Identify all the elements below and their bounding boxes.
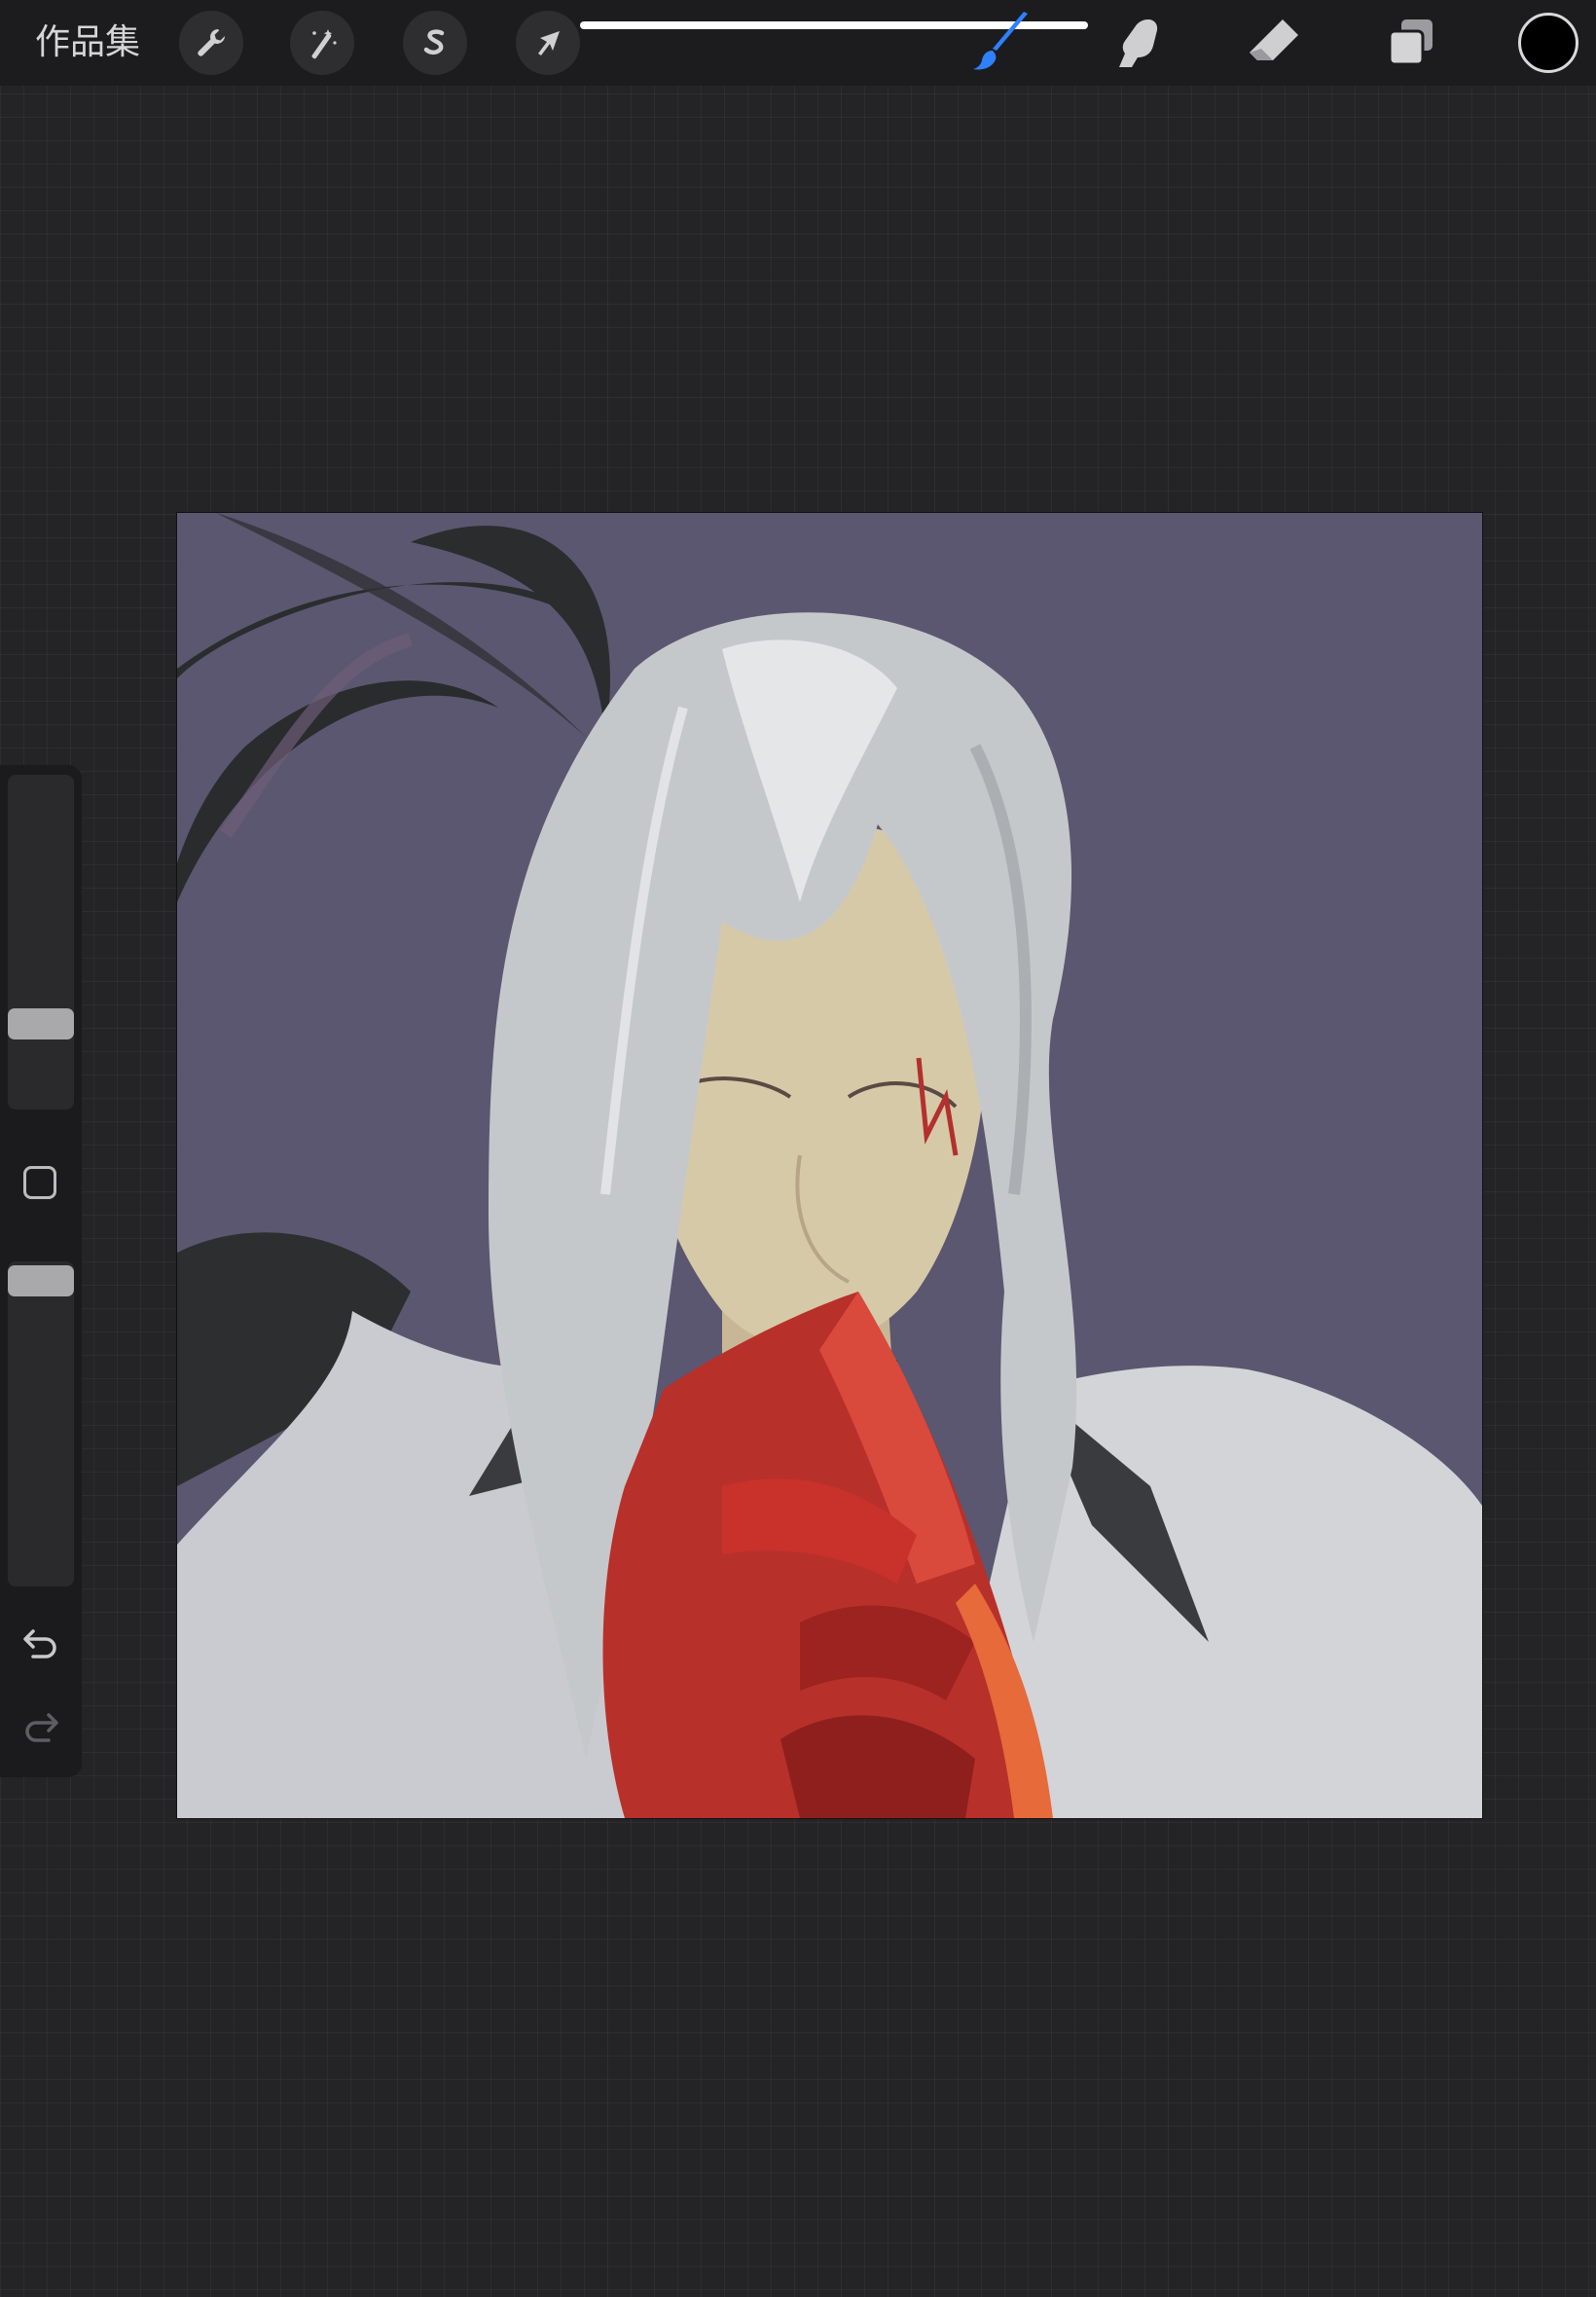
smudge-tool-button[interactable] [1107, 12, 1170, 74]
opacity-slider-thumb[interactable] [8, 1265, 74, 1296]
eraser-tool-button[interactable] [1244, 12, 1306, 74]
arrow-cursor-icon [528, 23, 567, 62]
smudge-finger-icon [1111, 16, 1166, 70]
drawing-canvas[interactable] [177, 513, 1482, 1818]
digital-painting-icon [177, 513, 1482, 1818]
actions-button[interactable] [179, 11, 243, 75]
brush-icon [971, 12, 1034, 74]
redo-icon [19, 1713, 62, 1752]
gallery-button[interactable]: 作品集 [35, 19, 140, 66]
brush-size-slider-thumb[interactable] [8, 1008, 74, 1039]
adjustments-button[interactable] [290, 11, 354, 75]
selection-s-icon [416, 23, 454, 62]
magic-wand-icon [303, 23, 342, 62]
brush-size-slider-track[interactable] [8, 775, 74, 1110]
transform-button[interactable] [516, 11, 580, 75]
top-toolbar: 作品集 [0, 0, 1596, 86]
undo-icon [19, 1629, 62, 1668]
undo-button[interactable] [19, 1622, 62, 1664]
layers-icon [1384, 16, 1438, 70]
eraser-icon [1246, 14, 1304, 72]
layers-button[interactable] [1380, 12, 1442, 74]
color-picker-button[interactable] [1518, 13, 1578, 73]
wrench-icon [192, 23, 231, 62]
brush-tool-button[interactable] [971, 12, 1034, 74]
modify-button[interactable] [23, 1166, 56, 1199]
opacity-slider-track[interactable] [8, 1261, 74, 1586]
redo-button[interactable] [19, 1705, 62, 1748]
selection-button[interactable] [403, 11, 467, 75]
